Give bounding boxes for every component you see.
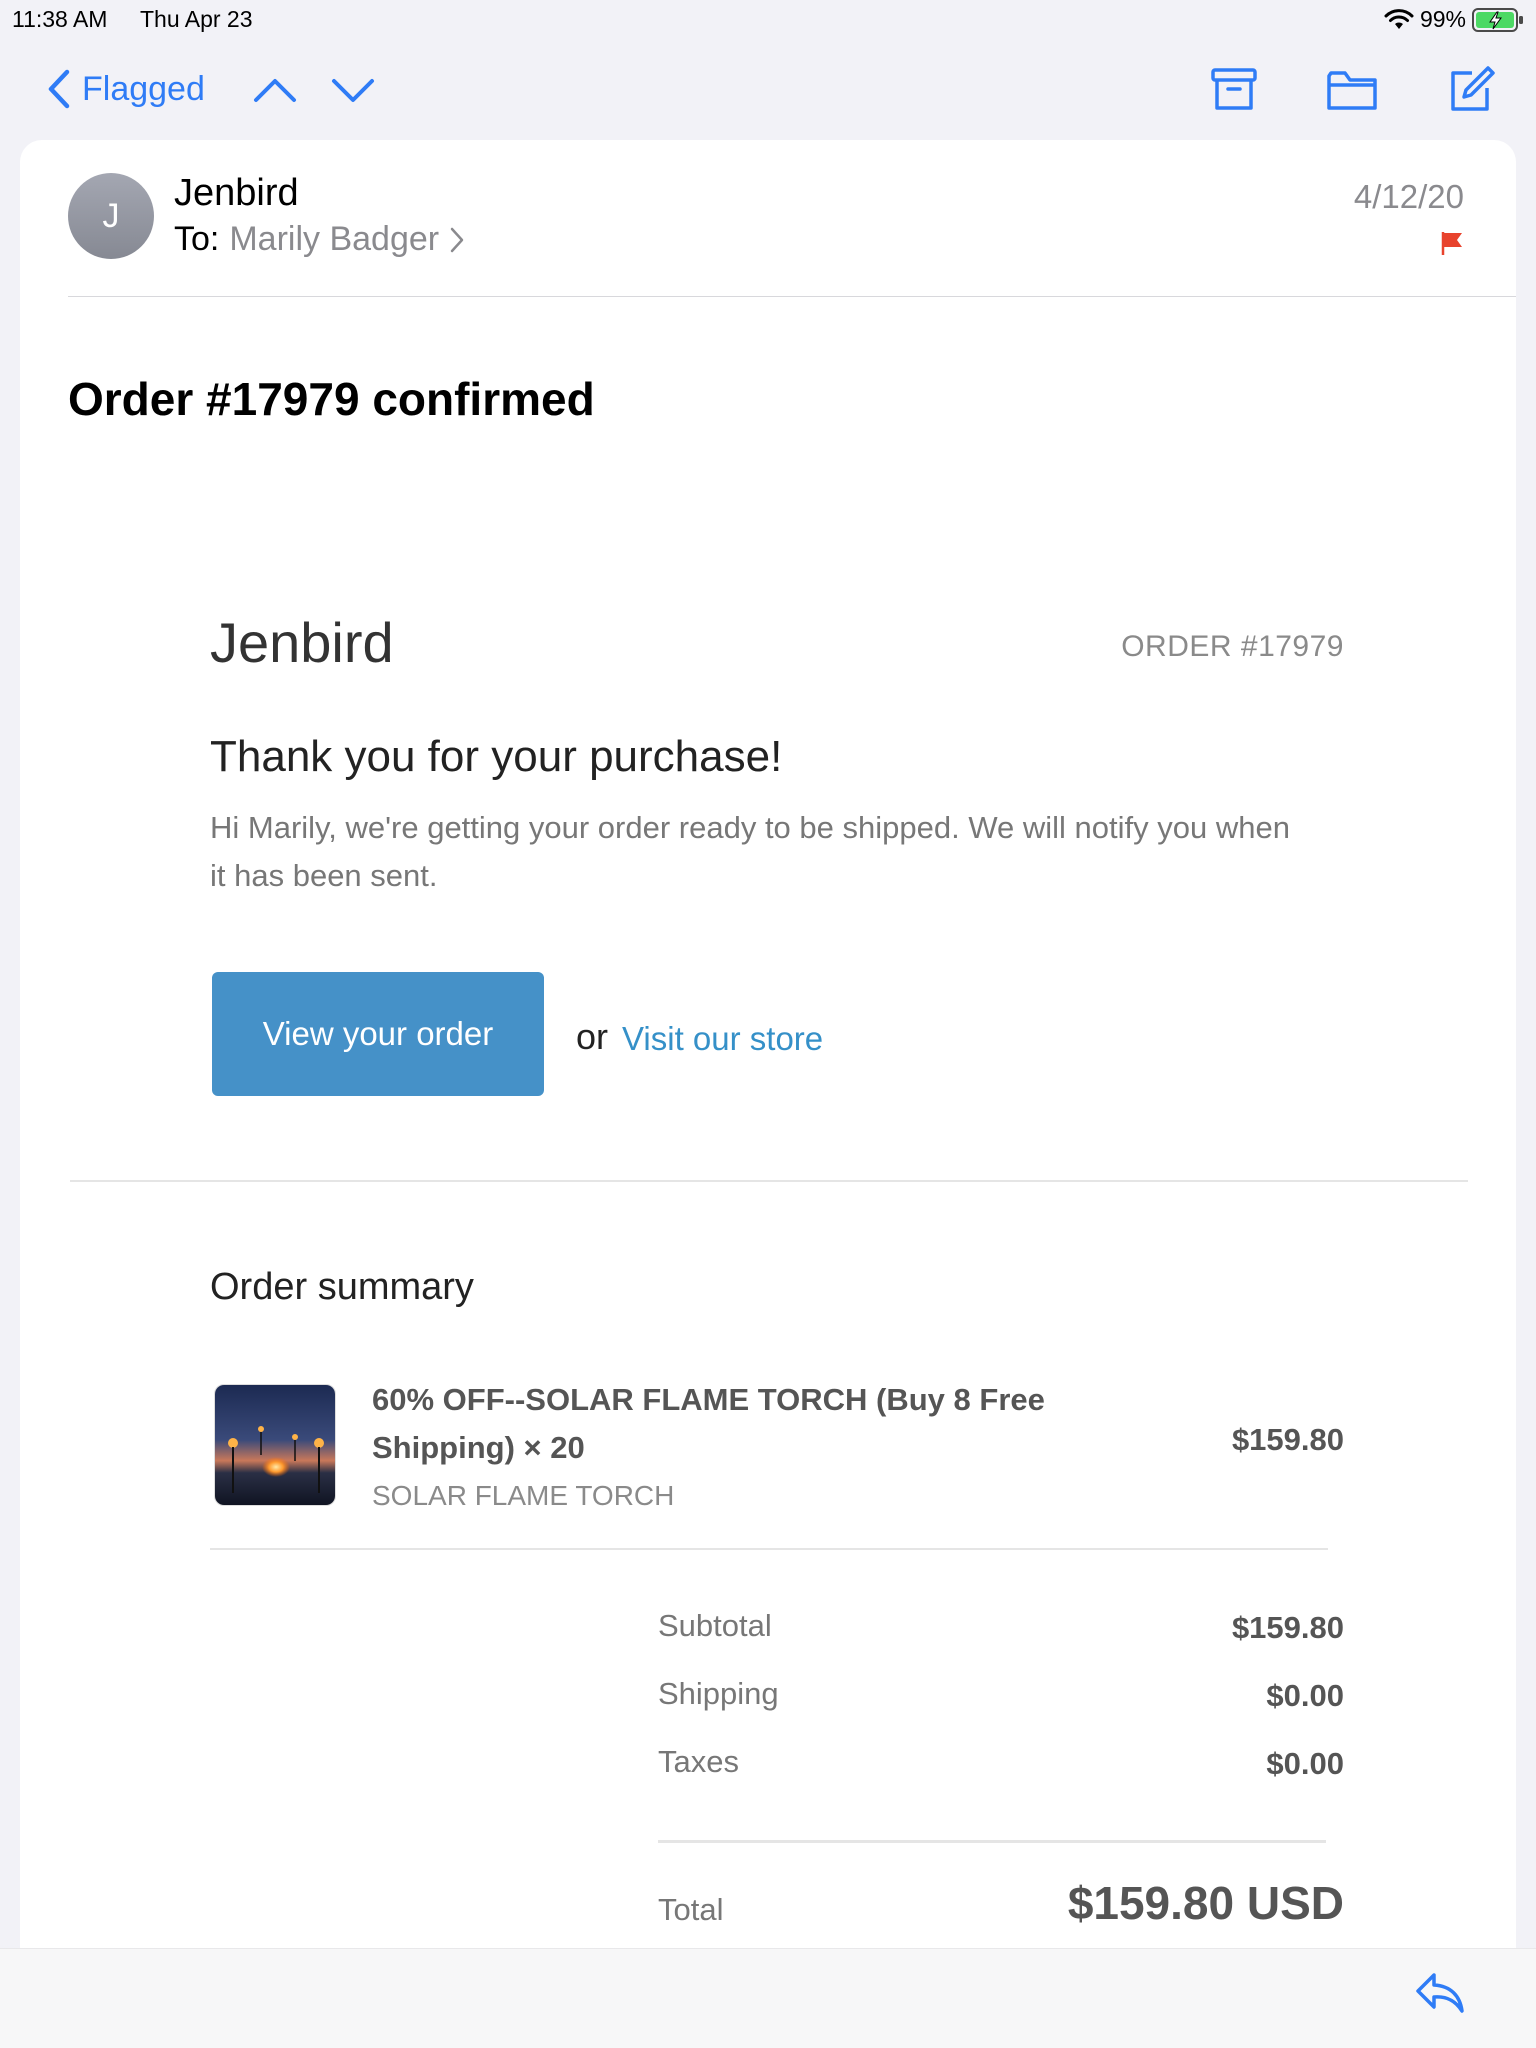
item-variant: SOLAR FLAME TORCH [372,1480,675,1511]
item-price: $159.80 [1231,1422,1344,1457]
total-value: $159.80 USD [1067,1877,1344,1929]
back-button[interactable]: Flagged [46,68,205,110]
section-divider [70,1180,1468,1182]
or-text: or [576,1016,609,1057]
subtotal-value: $159.80 [1231,1610,1344,1645]
status-time: 11:38 AM [12,6,108,32]
order-number: ORDER #17979 [1121,630,1344,663]
thank-you-heading: Thank you for your purchase! [210,732,783,781]
chevron-down-icon[interactable] [330,72,376,108]
view-order-button[interactable]: View your order [212,972,544,1096]
store-name: Jenbird [210,611,394,674]
sender-avatar[interactable]: J [68,173,154,259]
status-date: Thu Apr 23 [140,6,253,32]
visit-store-link[interactable]: Visit our store [622,1020,823,1058]
to-label: To: [174,220,220,258]
folder-icon[interactable] [1326,64,1378,116]
shipping-label: Shipping [658,1676,779,1711]
taxes-label: Taxes [658,1744,739,1779]
message-subject: Order #17979 confirmed [68,373,595,425]
recipient-line[interactable]: To: Marily Badger [174,220,465,259]
recipient-name: Marily Badger [229,220,440,258]
wifi-icon [1384,8,1414,29]
header-divider [68,296,1516,297]
total-label: Total [658,1892,724,1927]
item-title: 60% OFF--SOLAR FLAME TORCH (Buy 8 Free S… [372,1382,1045,1465]
chevron-right-icon [450,227,464,252]
message-view: J Jenbird To: Marily Badger 4/12/20 Orde… [20,140,1516,2048]
intro-text: Hi Marily, we're getting your order read… [210,810,1290,893]
flag-icon [1441,232,1462,255]
message-date: 4/12/20 [1353,178,1464,215]
back-label: Flagged [82,69,205,108]
sender-name[interactable]: Jenbird [174,172,299,215]
total-divider [658,1840,1326,1843]
status-indicators: 99% [1384,6,1524,33]
shipping-value: $0.00 [1266,1678,1344,1713]
product-image [215,1385,335,1505]
chevron-left-icon [48,69,70,109]
subtotal-label: Subtotal [658,1608,772,1643]
status-bar: 11:38 AM Thu Apr 23 99% [0,0,1536,40]
battery-percent: 99% [1419,6,1466,32]
order-summary-heading: Order summary [210,1266,474,1308]
item-divider [210,1548,1328,1550]
chevron-up-icon[interactable] [252,72,298,108]
bottom-toolbar [0,1948,1536,2048]
archive-icon[interactable] [1208,64,1260,116]
product-thumbnail [214,1384,336,1506]
battery-charging-icon [1472,7,1523,32]
nav-bar: Flagged [0,50,1536,130]
taxes-value: $0.00 [1266,1746,1344,1781]
reply-icon[interactable] [1414,1969,1466,2015]
compose-icon[interactable] [1444,64,1496,116]
